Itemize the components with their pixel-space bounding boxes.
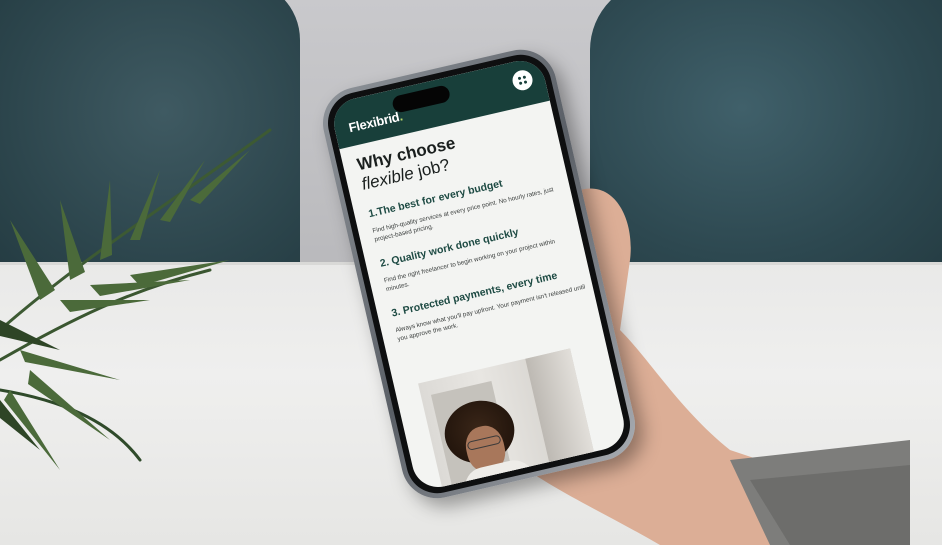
grid-dots-icon (517, 75, 528, 86)
dynamic-island (390, 84, 452, 114)
main-content: Why choose flexible job? 1.The best for … (355, 112, 593, 358)
logo-text: Flexibrid (347, 109, 401, 136)
flexibrid-logo[interactable]: Flexibrid. (347, 108, 404, 135)
plant-leaves (0, 128, 272, 470)
menu-button[interactable] (510, 68, 535, 93)
